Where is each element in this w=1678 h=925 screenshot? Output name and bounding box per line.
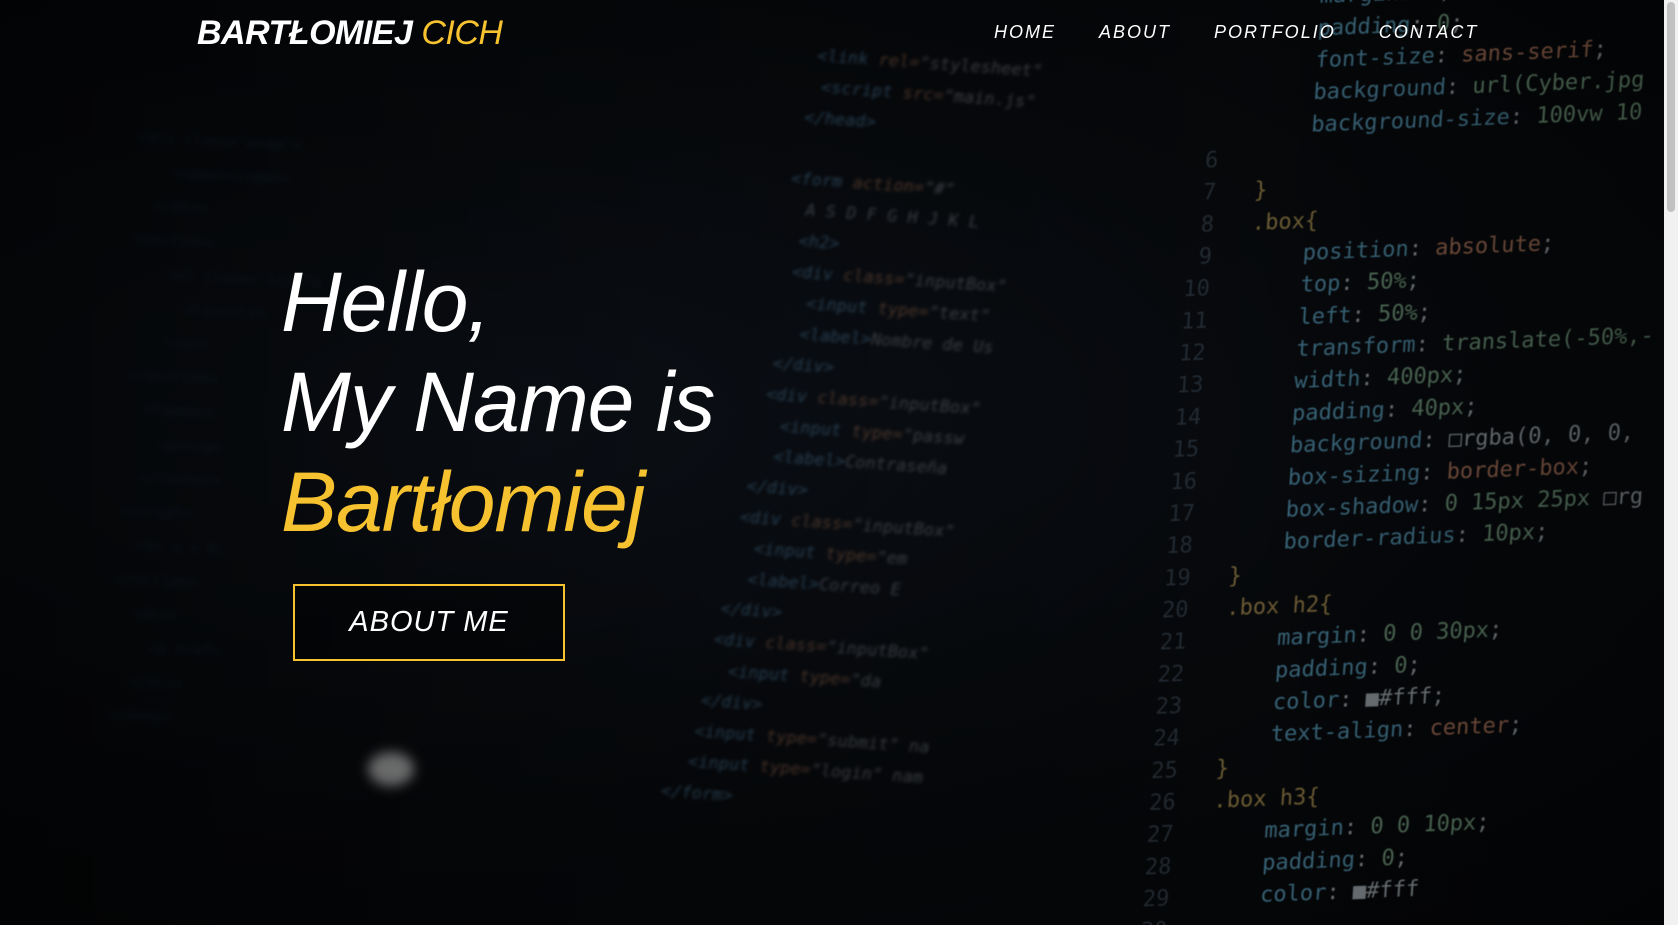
- brand-last-name: CICH: [421, 14, 503, 52]
- nav-link-portfolio[interactable]: PORTFOLIO: [1214, 22, 1336, 43]
- nav-link-home[interactable]: HOME: [994, 22, 1056, 43]
- navbar: BARTŁOMIEJ CICH HOME ABOUT PORTFOLIO CON…: [0, 0, 1678, 70]
- background-vignette: [0, 0, 1678, 925]
- nav-links: HOME ABOUT PORTFOLIO CONTACT: [994, 22, 1478, 43]
- background-code-right: margin: 0; padding: 0; font-size: sans-s…: [1140, 0, 1655, 925]
- hero-name: Bartłomiej: [281, 455, 645, 549]
- brand-logo[interactable]: BARTŁOMIEJ CICH: [197, 14, 503, 53]
- scrollbar-thumb[interactable]: [1667, 2, 1675, 212]
- about-me-button[interactable]: ABOUT ME: [293, 584, 565, 661]
- hero-greeting: Hello,: [281, 255, 491, 349]
- page: <div class="wrap"> <span></span> </div> …: [0, 0, 1678, 925]
- hero-heading: Hello, My Name is Bartłomiej: [281, 252, 715, 552]
- background-blur-spot: [368, 752, 414, 786]
- brand-first-name: BARTŁOMIEJ: [197, 14, 413, 52]
- hero-intro: My Name is: [281, 355, 715, 449]
- page-scrollbar[interactable]: [1664, 0, 1678, 925]
- background-code-image: <div class="wrap"> <span></span> </div> …: [0, 0, 1678, 925]
- nav-link-contact[interactable]: CONTACT: [1379, 22, 1479, 43]
- nav-link-about[interactable]: ABOUT: [1099, 22, 1171, 43]
